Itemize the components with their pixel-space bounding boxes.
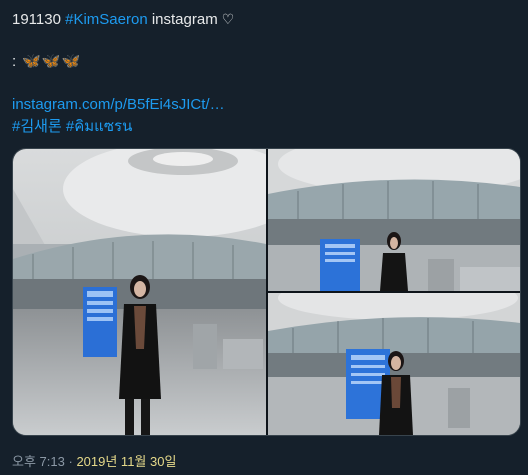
tweet-text-line-3: instagram.com/p/B5fEi4sJICt/… — [12, 95, 225, 115]
platform-text: instagram — [151, 11, 218, 28]
tweet-text-line-2: : 🦋🦋🦋 — [12, 52, 81, 72]
airport-photo-large — [13, 149, 266, 435]
colon-prefix: : — [12, 53, 17, 70]
date-code: 191130 — [12, 11, 61, 28]
airport-photo-bottom-right — [268, 293, 520, 435]
instagram-link[interactable]: instagram.com/p/B5fEi4sJICt/… — [12, 96, 225, 113]
tweet-text-line-1: 191130 #KimSaeron instagram ♡ — [12, 9, 234, 30]
time-text: 오후 7:13 — [12, 454, 65, 469]
tweet-text-line-4: #김새론 #คิมแซรน — [12, 117, 132, 137]
butterfly-icon: 🦋🦋🦋 — [22, 53, 82, 70]
photo-2[interactable] — [268, 149, 520, 291]
hashtag-thai[interactable]: #คิมแซรน — [66, 118, 132, 135]
media-grid — [12, 148, 521, 436]
heart-icon: ♡ — [221, 11, 235, 27]
photo-3[interactable] — [268, 293, 520, 435]
date-text: 2019년 11월 30일 — [76, 454, 177, 469]
hashtag-korean[interactable]: #김새론 — [12, 118, 62, 135]
photo-1[interactable] — [13, 149, 266, 435]
hashtag-kimsaeron[interactable]: #KimSaeron — [65, 11, 148, 28]
separator-dot: · — [68, 454, 73, 469]
tweet: 191130 #KimSaeron instagram ♡ : 🦋🦋🦋 instag… — [0, 0, 528, 475]
airport-photo-top-right — [268, 149, 520, 291]
tweet-timestamp[interactable]: 오후 7:13 · 2019년 11월 30일 — [12, 451, 176, 470]
